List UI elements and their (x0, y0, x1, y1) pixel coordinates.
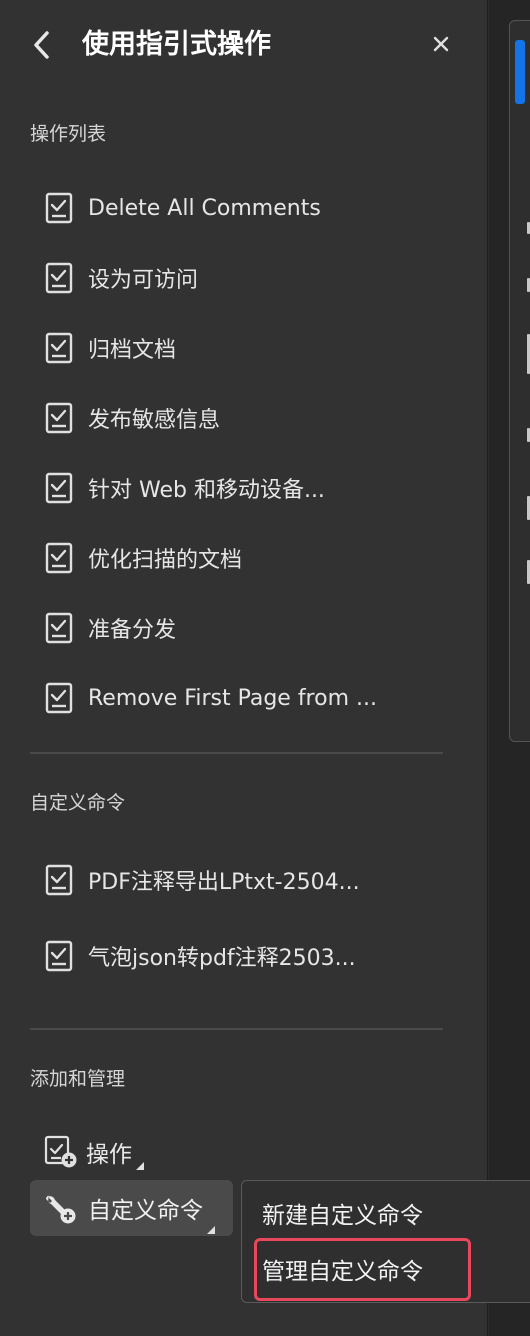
custom-command-item-label: PDF注释导出LPtxt-2504... (88, 870, 360, 895)
action-list-item[interactable]: Delete All Comments (44, 186, 464, 230)
wrench-add-icon (46, 1195, 76, 1224)
checklist-icon (44, 402, 74, 434)
back-button[interactable] (28, 28, 54, 62)
action-list-item-label: Remove First Page from ... (88, 685, 377, 711)
checklist-icon (44, 472, 74, 504)
action-list-item-label: 设为可访问 (88, 268, 199, 293)
chevron-left-icon (34, 31, 49, 59)
dropdown-caret-icon (207, 1226, 215, 1234)
divider (30, 1028, 443, 1030)
close-button[interactable] (429, 32, 453, 56)
side-card (509, 20, 530, 742)
action-list-item-label: Delete All Comments (88, 195, 321, 221)
panel-title: 使用指引式操作 (82, 29, 271, 60)
action-list-item[interactable]: 针对 Web 和移动设备... (44, 466, 464, 510)
checklist-add-icon (44, 1135, 77, 1168)
action-list-item-label: 针对 Web 和移动设备... (88, 478, 325, 503)
checklist-icon (44, 332, 74, 364)
action-list-item-label: 归档文档 (88, 338, 177, 363)
action-list-item[interactable]: 准备分发 (44, 606, 464, 650)
actions-menu-button[interactable]: 操作 (44, 1130, 144, 1174)
action-list-item[interactable]: 发布敏感信息 (44, 396, 464, 440)
checklist-icon (44, 864, 74, 896)
custom-commands-heading: 自定义命令 (30, 792, 126, 814)
document-area (489, 0, 530, 1336)
action-list-item[interactable]: 归档文档 (44, 326, 464, 370)
custom-command-item-label: 气泡json转pdf注释2503... (88, 946, 356, 971)
actions-menu-label: 操作 (86, 1142, 132, 1168)
checklist-icon (44, 612, 74, 644)
menu-item-new-custom-command[interactable]: 新建自定义命令 (262, 1199, 423, 1233)
custom-commands-popup-menu: 新建自定义命令 管理自定义命令 (241, 1180, 530, 1303)
action-list-item-label: 准备分发 (88, 618, 177, 643)
checklist-icon (44, 682, 74, 714)
add-manage-heading: 添加和管理 (30, 1068, 126, 1090)
selected-tool-indicator[interactable] (515, 40, 525, 104)
action-list-item[interactable]: 优化扫描的文档 (44, 536, 464, 580)
checklist-icon (44, 262, 74, 294)
checklist-icon (44, 542, 74, 574)
custom-commands-menu-label: 自定义命令 (88, 1198, 203, 1224)
custom-command-item[interactable]: PDF注释导出LPtxt-2504... (44, 858, 464, 902)
action-list-item-label: 优化扫描的文档 (88, 548, 243, 573)
action-list-item-label: 发布敏感信息 (88, 408, 221, 433)
action-list-item[interactable]: 设为可访问 (44, 256, 464, 300)
checklist-icon (44, 940, 74, 972)
checklist-icon (44, 192, 74, 224)
action-list-item[interactable]: Remove First Page from ... (44, 676, 464, 720)
custom-commands-menu-button[interactable]: 自定义命令 (30, 1180, 233, 1236)
dropdown-caret-icon (136, 1162, 144, 1170)
guided-actions-panel: 使用指引式操作 操作列表 Delete All Comments 设为可访问归档文… (0, 0, 488, 1336)
actions-list-heading: 操作列表 (30, 123, 107, 145)
menu-item-manage-custom-command[interactable]: 管理自定义命令 (262, 1255, 423, 1289)
custom-command-item[interactable]: 气泡json转pdf注释2503... (44, 934, 464, 978)
close-icon (433, 36, 449, 52)
divider (30, 752, 443, 754)
